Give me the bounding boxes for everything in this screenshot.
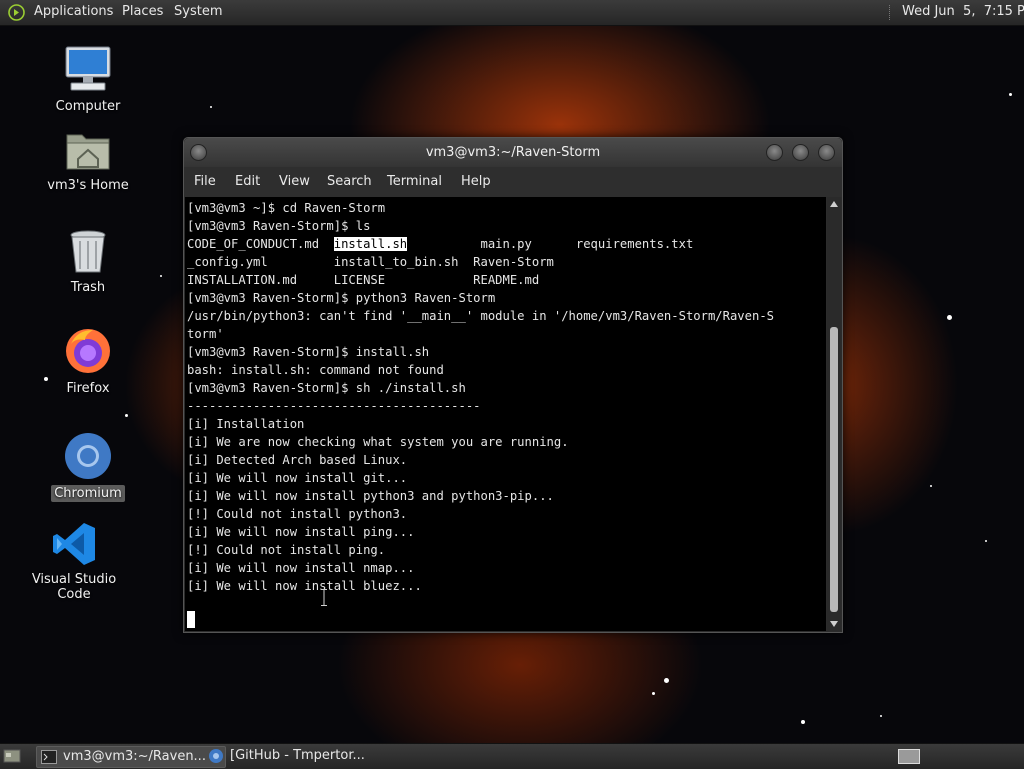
menu-terminal[interactable]: Terminal [387, 174, 442, 189]
text-cursor-icon [321, 589, 327, 606]
ls-entry: CODE_OF_CONDUCT.md [187, 237, 334, 251]
terminal-menubar: File Edit View Search Terminal Help [184, 167, 842, 197]
panel-separator [889, 5, 892, 20]
terminal-line: [i] We will now install ping... [187, 525, 415, 539]
applications-menu[interactable]: Applications [34, 4, 113, 19]
scroll-up-arrow-icon[interactable] [830, 201, 838, 207]
terminal-output[interactable]: [vm3@vm3 ~]$ cd Raven-Storm [vm3@vm3 Rav… [185, 197, 826, 631]
terminal-line: [!] Could not install ping. [187, 543, 386, 557]
desktop-icon-label: Chromium [51, 485, 125, 502]
clock[interactable]: Wed Jun 5, 7:15 PM [902, 4, 1024, 19]
terminal-line: [vm3@vm3 Raven-Storm]$ python3 Raven-Sto… [187, 291, 496, 305]
maximize-button[interactable] [792, 144, 809, 161]
firefox-icon [66, 329, 110, 373]
ls-entry: main.py requirements.txt [407, 237, 694, 251]
system-menu[interactable]: System [174, 4, 222, 19]
scrollbar-thumb[interactable] [830, 327, 838, 612]
terminal-line: _config.yml install_to_bin.sh Raven-Stor… [187, 255, 554, 269]
terminal-line: /usr/bin/python3: can't find '__main__' … [187, 309, 774, 323]
desktop-icon-vscode[interactable]: Visual Studio Code [19, 521, 129, 603]
terminal-line: ---------------------------------------- [187, 399, 481, 413]
minimize-button[interactable] [766, 144, 783, 161]
close-button[interactable] [818, 144, 835, 161]
terminal-line: [i] We are now checking what system you … [187, 435, 569, 449]
terminal-line: [i] We will now install bluez... [187, 579, 422, 593]
window-titlebar[interactable]: vm3@vm3:~/Raven-Storm [184, 138, 842, 167]
terminal-line: [i] We will now install python3 and pyth… [187, 489, 554, 503]
places-menu[interactable]: Places [122, 4, 163, 19]
menu-edit[interactable]: Edit [235, 174, 260, 189]
window-menu-button[interactable] [190, 144, 207, 161]
desktop-icon-label: Visual Studio Code [31, 572, 117, 602]
chromium-icon [209, 749, 223, 763]
desktop-icon-label: Firefox [66, 381, 110, 396]
terminal-icon [41, 750, 57, 764]
terminal-line: bash: install.sh: command not found [187, 363, 444, 377]
workspace-switcher-icon[interactable] [898, 749, 920, 764]
taskbar-item-label: [GitHub - Tmpertor... [230, 748, 365, 763]
taskbar-item-label: vm3@vm3:~/Raven... [63, 749, 206, 764]
terminal-line: [!] Could not install python3. [187, 507, 408, 521]
show-desktop-icon[interactable] [3, 748, 21, 764]
bottom-panel: vm3@vm3:~/Raven... [GitHub - Tmpertor... [0, 743, 1024, 769]
taskbar-item-chromium[interactable]: [GitHub - Tmpertor... [204, 746, 400, 766]
desktop-icon-computer[interactable]: Computer [33, 44, 143, 115]
distro-logo-icon[interactable] [8, 4, 25, 21]
terminal-cursor [187, 611, 195, 628]
computer-icon [65, 46, 111, 91]
window-title: vm3@vm3:~/Raven-Storm [425, 145, 601, 160]
home-folder-icon [66, 134, 110, 170]
terminal-line: [i] Installation [187, 417, 305, 431]
vscode-icon [53, 523, 95, 565]
desktop-icon-label: Trash [70, 280, 106, 295]
terminal-window: vm3@vm3:~/Raven-Storm File Edit View Sea… [183, 137, 843, 633]
desktop-icon-label: Computer [55, 99, 121, 114]
terminal-line: torm' [187, 327, 224, 341]
terminal-line: [i] We will now install nmap... [187, 561, 415, 575]
desktop-icon-label: vm3's Home [47, 178, 129, 193]
terminal-line-ls: CODE_OF_CONDUCT.md install.sh main.py re… [187, 235, 774, 253]
scroll-down-arrow-icon[interactable] [830, 621, 838, 627]
taskbar-item-terminal[interactable]: vm3@vm3:~/Raven... [36, 746, 226, 768]
selected-text: install.sh [333, 237, 408, 251]
menu-search[interactable]: Search [327, 174, 372, 189]
terminal-line: [vm3@vm3 Raven-Storm]$ sh ./install.sh [187, 381, 466, 395]
menu-help[interactable]: Help [461, 174, 491, 189]
trash-icon [70, 230, 106, 273]
desktop-icon-chromium[interactable]: Chromium [33, 431, 143, 502]
terminal-line: INSTALLATION.md LICENSE README.md [187, 273, 540, 287]
terminal-line: [vm3@vm3 ~]$ cd Raven-Storm [187, 201, 386, 215]
terminal-line: [i] We will now install git... [187, 471, 408, 485]
terminal-line: [vm3@vm3 Raven-Storm]$ install.sh [187, 345, 430, 359]
terminal-line: [i] Detected Arch based Linux. [187, 453, 408, 467]
desktop-icon-firefox[interactable]: Firefox [33, 326, 143, 397]
desktop-icon-trash[interactable]: Trash [33, 229, 143, 296]
desktop-icon-home[interactable]: vm3's Home [33, 129, 143, 194]
menu-view[interactable]: View [279, 174, 310, 189]
terminal-scrollbar[interactable] [827, 197, 841, 631]
top-panel: Applications Places System Wed Jun 5, 7:… [0, 0, 1024, 26]
terminal-line: [vm3@vm3 Raven-Storm]$ ls [187, 219, 371, 233]
menu-file[interactable]: File [194, 174, 216, 189]
chromium-icon [65, 433, 111, 479]
